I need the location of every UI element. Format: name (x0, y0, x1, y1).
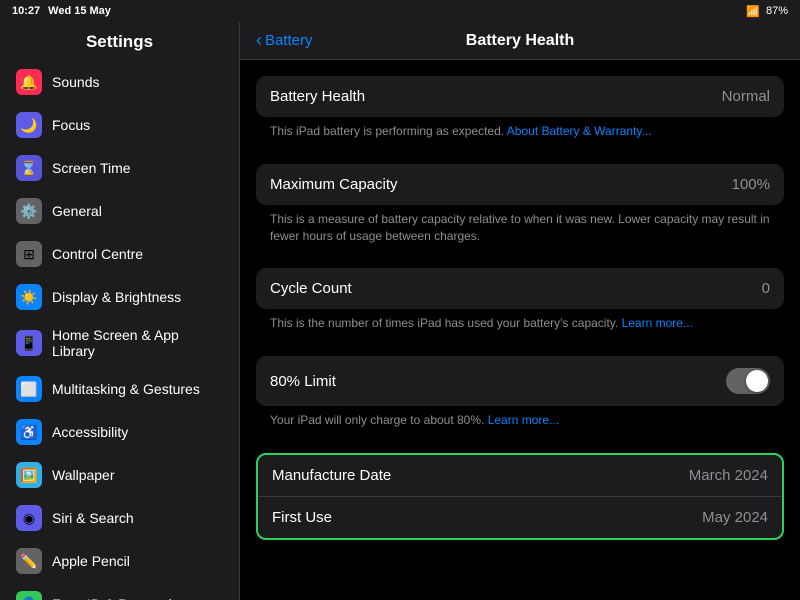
card-cycle-count-section: Cycle Count 0 (256, 268, 784, 309)
sidebar-item-label-home-screen: Home Screen & App Library (52, 327, 223, 359)
back-label: Battery (265, 32, 313, 49)
section-max-capacity-section: Maximum Capacity 100% This is a measure of… (256, 164, 784, 257)
siri-icon: ◉ (16, 505, 42, 531)
sidebar-item-screen-time[interactable]: ⌛ Screen Time (4, 147, 235, 189)
control-centre-icon: ⊞ (16, 241, 42, 267)
section-description-cycle-count-section: This is the number of times iPad has use… (256, 309, 784, 344)
status-bar: 10:27 Wed 15 May 📶 87% (0, 0, 800, 22)
sidebar-item-multitasking[interactable]: ⬜ Multitasking & Gestures (4, 368, 235, 410)
sidebar-item-label-accessibility: Accessibility (52, 424, 128, 440)
row-label: Cycle Count (270, 280, 352, 297)
sidebar-item-display-brightness[interactable]: ☀️ Display & Brightness (4, 276, 235, 318)
wifi-icon: 📶 (746, 5, 760, 18)
sidebar-item-wallpaper[interactable]: 🖼️ Wallpaper (4, 454, 235, 496)
content-body: Battery Health Normal This iPad battery is… (240, 60, 800, 556)
sidebar-item-label-apple-pencil: Apple Pencil (52, 553, 130, 569)
accessibility-icon: ♿ (16, 419, 42, 445)
section-limit-section: 80% Limit Your iPad will only charge to a… (256, 356, 784, 441)
sidebar-item-sounds[interactable]: 🔔 Sounds (4, 61, 235, 103)
row-value: 0 (762, 280, 770, 297)
card-battery-health-section: Battery Health Normal (256, 76, 784, 117)
sidebar-item-label-display-brightness: Display & Brightness (52, 289, 181, 305)
sidebar-item-label-face-id: Face ID & Passcode (52, 596, 180, 600)
card-max-capacity-section: Maximum Capacity 100% (256, 164, 784, 205)
sidebar-item-control-centre[interactable]: ⊞ Control Centre (4, 233, 235, 275)
row-value: March 2024 (689, 467, 768, 484)
card-row-80%-limit: 80% Limit (256, 356, 784, 406)
row-label: 80% Limit (270, 373, 336, 390)
row-value: Normal (722, 88, 770, 105)
sidebar-item-home-screen[interactable]: 📱 Home Screen & App Library (4, 319, 235, 367)
display-brightness-icon: ☀️ (16, 284, 42, 310)
content-area: ‹ Battery Battery Health Battery Health N… (240, 22, 800, 600)
time: 10:27 (12, 5, 40, 17)
sidebar-item-label-screen-time: Screen Time (52, 160, 131, 176)
description-link-battery-health-section[interactable]: About Battery & Warranty... (507, 124, 652, 138)
row-label: Manufacture Date (272, 467, 391, 484)
back-button[interactable]: ‹ Battery (256, 30, 313, 51)
card-row-manufacture-date: Manufacture Date March 2024 (258, 455, 782, 497)
card-row-battery-health: Battery Health Normal (256, 76, 784, 117)
sidebar-item-label-focus: Focus (52, 117, 90, 133)
sidebar-item-general[interactable]: ⚙️ General (4, 190, 235, 232)
sounds-icon: 🔔 (16, 69, 42, 95)
description-link-cycle-count-section[interactable]: Learn more... (622, 316, 693, 330)
card-limit-section: 80% Limit (256, 356, 784, 406)
row-value: 100% (732, 176, 770, 193)
row-label: Maximum Capacity (270, 176, 398, 193)
section-cycle-count-section: Cycle Count 0 This is the number of times … (256, 268, 784, 344)
sidebar-item-label-control-centre: Control Centre (52, 246, 143, 262)
screen-time-icon: ⌛ (16, 155, 42, 181)
focus-icon: 🌙 (16, 112, 42, 138)
sidebar-item-focus[interactable]: 🌙 Focus (4, 104, 235, 146)
back-chevron-icon: ‹ (256, 30, 262, 51)
card-row-cycle-count: Cycle Count 0 (256, 268, 784, 309)
battery-level: 87% (766, 5, 788, 17)
sidebar-item-label-general: General (52, 203, 102, 219)
wallpaper-icon: 🖼️ (16, 462, 42, 488)
general-icon: ⚙️ (16, 198, 42, 224)
home-screen-icon: 📱 (16, 330, 42, 356)
sidebar: Settings 🔔 Sounds 🌙 Focus ⌛ Screen Time ⚙️ Gene… (0, 22, 240, 600)
face-id-icon: 👤 (16, 591, 42, 600)
sidebar-title: Settings (0, 22, 239, 60)
sidebar-item-label-multitasking: Multitasking & Gestures (52, 381, 200, 397)
sidebar-item-apple-pencil[interactable]: ✏️ Apple Pencil (4, 540, 235, 582)
card-row-first-use: First Use May 2024 (258, 497, 782, 538)
section-dates-section: Manufacture Date March 2024 First Use May 2… (256, 453, 784, 540)
sidebar-item-siri[interactable]: ◉ Siri & Search (4, 497, 235, 539)
multitasking-icon: ⬜ (16, 376, 42, 402)
sidebar-item-face-id[interactable]: 👤 Face ID & Passcode (4, 583, 235, 600)
sidebar-item-label-wallpaper: Wallpaper (52, 467, 115, 483)
main-layout: Settings 🔔 Sounds 🌙 Focus ⌛ Screen Time ⚙️ Gene… (0, 22, 800, 600)
section-description-limit-section: Your iPad will only charge to about 80%.… (256, 406, 784, 441)
card-row-maximum-capacity: Maximum Capacity 100% (256, 164, 784, 205)
sidebar-item-label-sounds: Sounds (52, 74, 99, 90)
sidebar-items-container: 🔔 Sounds 🌙 Focus ⌛ Screen Time ⚙️ General ⊞ Contr… (0, 61, 239, 600)
row-label: First Use (272, 509, 332, 526)
status-bar-left: 10:27 Wed 15 May (12, 5, 111, 17)
date: Wed 15 May (48, 5, 111, 17)
row-value: May 2024 (702, 509, 768, 526)
page-title: Battery Health (466, 32, 574, 50)
content-header: ‹ Battery Battery Health (240, 22, 800, 60)
sidebar-item-label-siri: Siri & Search (52, 510, 134, 526)
description-link-limit-section[interactable]: Learn more... (488, 413, 559, 427)
toggle-knob (746, 370, 768, 392)
section-description-battery-health-section: This iPad battery is performing as expec… (256, 117, 784, 152)
apple-pencil-icon: ✏️ (16, 548, 42, 574)
row-label: Battery Health (270, 88, 365, 105)
status-bar-right: 📶 87% (746, 5, 788, 18)
card-dates-section: Manufacture Date March 2024 First Use May 2… (256, 453, 784, 540)
toggle-80%-limit[interactable] (726, 368, 770, 394)
section-description-max-capacity-section: This is a measure of battery capacity re… (256, 205, 784, 257)
section-battery-health-section: Battery Health Normal This iPad battery is… (256, 76, 784, 152)
sidebar-item-accessibility[interactable]: ♿ Accessibility (4, 411, 235, 453)
